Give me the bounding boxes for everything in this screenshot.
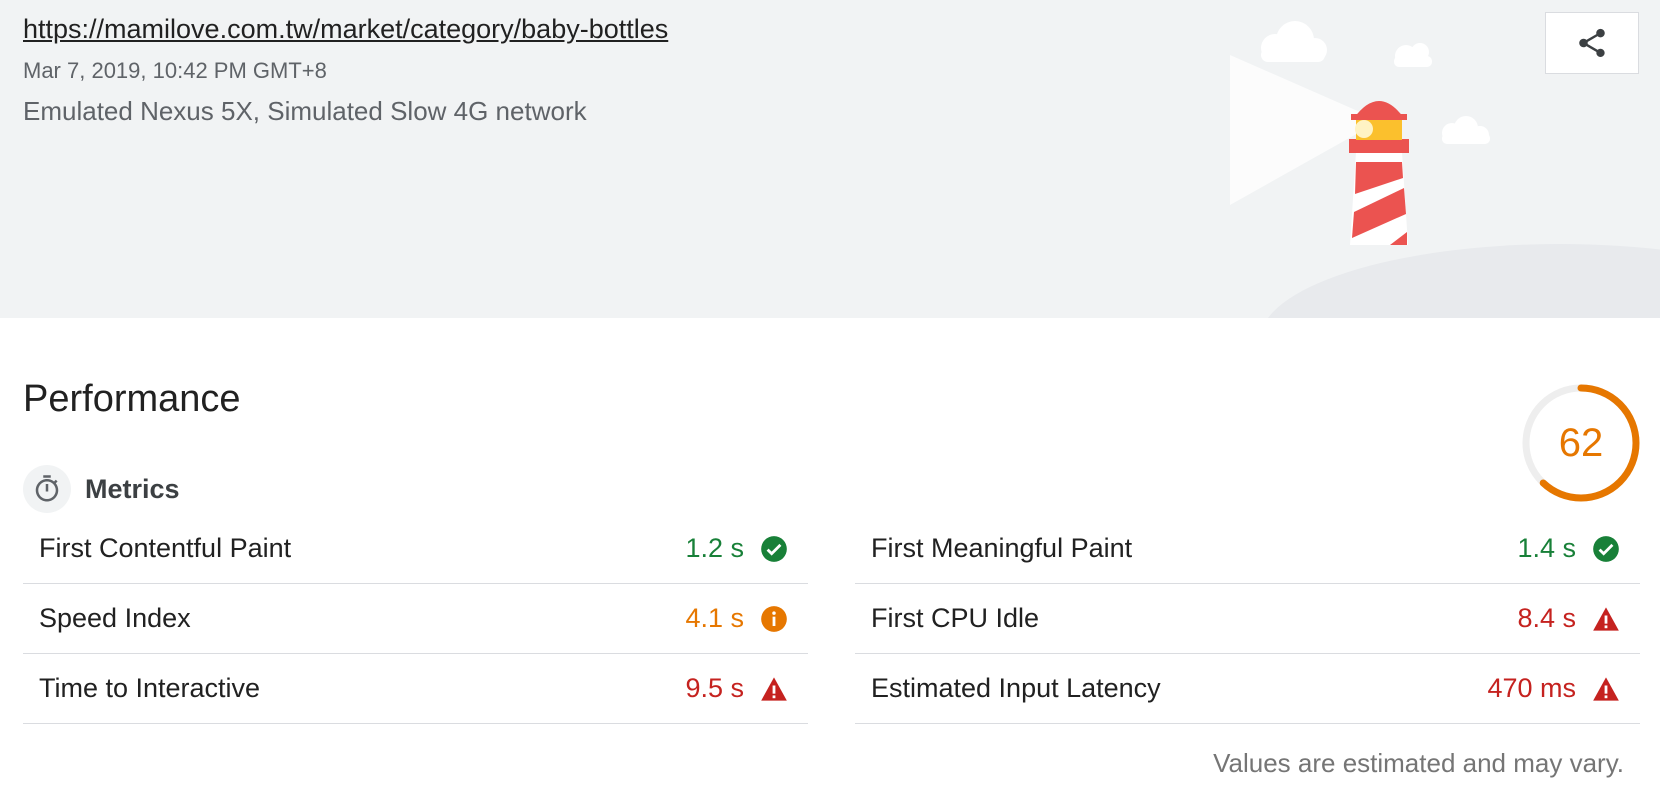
performance-title: Performance <box>23 378 241 420</box>
performance-score: 62 <box>1558 421 1604 465</box>
metric-row-speed-index[interactable]: Speed Index 4.1 s <box>23 584 808 654</box>
report-header: https://mamilove.com.tw/market/category/… <box>0 0 1660 318</box>
share-button[interactable] <box>1545 12 1639 74</box>
report-timestamp: Mar 7, 2019, 10:42 PM GMT+8 <box>23 58 327 83</box>
values-disclaimer: Values are estimated and may vary. <box>1213 748 1624 778</box>
metric-row-time-to-interactive[interactable]: Time to Interactive 9.5 s <box>23 654 808 724</box>
metric-value: 9.5 s <box>685 673 744 703</box>
average-info-icon <box>761 605 787 632</box>
device-environment: Emulated Nexus 5X, Simulated Slow 4G net… <box>23 96 587 126</box>
metric-name: Estimated Input Latency <box>871 673 1161 703</box>
performance-score-gauge[interactable]: 62 <box>1520 382 1642 504</box>
metric-row-estimated-input-latency[interactable]: Estimated Input Latency 470 ms <box>855 654 1640 724</box>
metric-name: Time to Interactive <box>39 673 261 703</box>
stopwatch-icon <box>23 465 71 513</box>
metric-row-first-cpu-idle[interactable]: First CPU Idle 8.4 s <box>855 584 1640 654</box>
metric-row-first-contentful-paint[interactable]: First Contentful Paint 1.2 s <box>23 514 808 584</box>
metric-value: 470 ms <box>1487 673 1576 703</box>
metrics-header: Metrics <box>23 465 180 513</box>
metric-name: First Meaningful Paint <box>871 533 1133 563</box>
metric-row-first-meaningful-paint[interactable]: First Meaningful Paint 1.4 s <box>855 514 1640 584</box>
metric-value: 4.1 s <box>685 603 744 633</box>
metric-name: First Contentful Paint <box>39 533 292 563</box>
fail-warning-icon <box>1593 676 1619 701</box>
metric-value: 8.4 s <box>1517 603 1576 633</box>
fail-warning-icon <box>1593 606 1619 631</box>
pass-check-icon <box>761 535 787 562</box>
metric-name: First CPU Idle <box>871 603 1040 633</box>
report-url-link[interactable]: https://mamilove.com.tw/market/category/… <box>23 14 668 45</box>
metrics-column-right: First Meaningful Paint 1.4 s First CPU I… <box>855 514 1640 724</box>
metrics-label: Metrics <box>85 473 180 504</box>
share-icon <box>1579 28 1605 58</box>
metric-value: 1.4 s <box>1517 533 1576 563</box>
metric-value: 1.2 s <box>685 533 744 563</box>
metrics-column-left: First Contentful Paint 1.2 s Speed Index… <box>23 514 808 724</box>
fail-warning-icon <box>761 676 787 701</box>
metric-name: Speed Index <box>39 603 191 633</box>
pass-check-icon <box>1593 535 1619 562</box>
